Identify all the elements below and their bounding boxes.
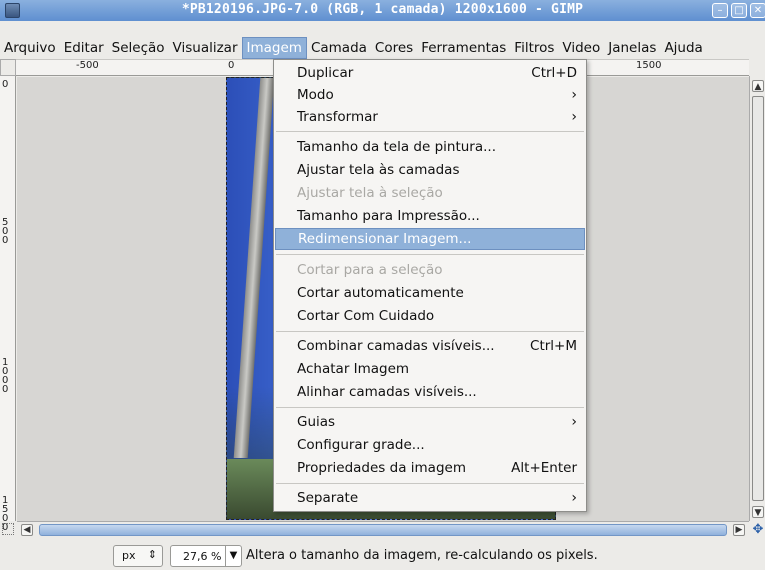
menu-item-achatar-imagem[interactable]: Achatar Imagem: [275, 358, 585, 380]
menu-item-label: Ajustar tela às camadas: [297, 162, 460, 178]
menu-item-shortcut: Alt+Enter: [511, 460, 577, 476]
chevron-right-icon: ›: [571, 87, 577, 103]
menu-item-label: Cortar automaticamente: [297, 285, 464, 301]
chevron-right-icon: ›: [571, 414, 577, 430]
menu-video[interactable]: Video: [558, 37, 604, 59]
menu-item-label: Combinar camadas visíveis...: [297, 338, 495, 354]
menu-separator: [276, 331, 584, 332]
menu-item-label: Modo: [297, 87, 334, 103]
image-content: [233, 78, 275, 458]
scroll-down-icon[interactable]: ▼: [752, 506, 764, 518]
menu-item-separate[interactable]: Separate ›: [275, 487, 585, 509]
status-bar: px ⇕ 27,6 % ▼ Altera o tamanho da imagem…: [0, 537, 765, 570]
ruler-label: 1000: [2, 357, 9, 395]
menu-separator: [276, 483, 584, 484]
ruler-corner-menu-button[interactable]: [0, 59, 16, 76]
menu-item-redimensionar-imagem[interactable]: Redimensionar Imagem...: [275, 228, 585, 250]
navigate-icon[interactable]: ✥: [751, 523, 765, 537]
menu-item-tamanho-impressao[interactable]: Tamanho para Impressão...: [275, 205, 585, 227]
menu-item-propriedades[interactable]: Propriedades da imagem Alt+Enter: [275, 457, 585, 479]
menu-arquivo[interactable]: Arquivo: [0, 37, 60, 59]
menu-item-modo[interactable]: Modo ›: [275, 84, 585, 106]
status-message: Altera o tamanho da imagem, re-calculand…: [246, 548, 598, 563]
menu-item-cortar-cuidado[interactable]: Cortar Com Cuidado: [275, 305, 585, 327]
menu-janelas[interactable]: Janelas: [604, 37, 660, 59]
menu-item-label: Cortar Com Cuidado: [297, 308, 435, 324]
menu-selecao[interactable]: Seleção: [108, 37, 169, 59]
zoom-combo[interactable]: 27,6 % ▼: [170, 545, 242, 567]
menu-item-cortar-selecao: Cortar para a seleção: [275, 259, 585, 281]
maximize-button[interactable]: □: [731, 3, 747, 18]
menu-item-label: Transformar: [297, 109, 378, 125]
menu-item-label: Guias: [297, 414, 336, 430]
menu-item-label: Alinhar camadas visíveis...: [297, 384, 477, 400]
menu-item-ajustar-tela-selecao: Ajustar tela à seleção: [275, 182, 585, 204]
menu-item-duplicar[interactable]: Duplicar Ctrl+D: [275, 62, 585, 84]
zoom-value: 27,6 %: [183, 550, 222, 563]
menu-item-label: Duplicar: [297, 65, 354, 81]
menu-item-tamanho-tela[interactable]: Tamanho da tela de pintura...: [275, 136, 585, 158]
imagem-dropdown-menu: Duplicar Ctrl+D Modo › Transformar › Tam…: [273, 59, 587, 512]
quick-mask-toggle-icon[interactable]: [2, 523, 14, 535]
title-bar: *PB120196.JPG-7.0 (RGB, 1 camada) 1200x1…: [0, 0, 765, 21]
menu-item-label: Tamanho da tela de pintura...: [297, 139, 497, 155]
ruler-label: 500: [2, 217, 9, 246]
menu-item-configurar-grade[interactable]: Configurar grade...: [275, 434, 585, 456]
minimize-button[interactable]: –: [712, 3, 728, 18]
chevron-right-icon: ›: [571, 109, 577, 125]
menu-imagem[interactable]: Imagem: [241, 37, 307, 59]
menu-bar: Arquivo Editar Seleção Visualizar Imagem…: [0, 37, 765, 59]
menu-separator: [276, 254, 584, 255]
vertical-scroll-thumb[interactable]: [752, 96, 764, 501]
menu-visualizar[interactable]: Visualizar: [169, 37, 242, 59]
scroll-right-icon[interactable]: ▶: [733, 524, 745, 536]
menu-item-ajustar-tela-camadas[interactable]: Ajustar tela às camadas: [275, 159, 585, 181]
menu-item-shortcut: Ctrl+D: [531, 65, 577, 81]
menu-editar[interactable]: Editar: [60, 37, 108, 59]
ruler-label: 0: [228, 60, 235, 71]
menu-camada[interactable]: Camada: [307, 37, 371, 59]
menu-item-transformar[interactable]: Transformar ›: [275, 106, 585, 128]
menu-separator: [276, 131, 584, 132]
menu-item-label: Tamanho para Impressão...: [297, 208, 480, 224]
scroll-left-icon[interactable]: ◀: [21, 524, 33, 536]
horizontal-scrollbar[interactable]: ◀ ▶: [17, 521, 749, 537]
menu-filtros[interactable]: Filtros: [510, 37, 558, 59]
menu-item-label: Ajustar tela à seleção: [297, 185, 443, 201]
chevron-down-icon[interactable]: ▼: [225, 546, 241, 566]
ruler-label: 1500: [636, 60, 662, 71]
menu-item-label: Separate: [297, 490, 359, 506]
menu-item-label: Propriedades da imagem: [297, 460, 466, 476]
menu-item-label: Achatar Imagem: [297, 361, 410, 377]
menu-ferramentas[interactable]: Ferramentas: [417, 37, 510, 59]
menu-item-guias[interactable]: Guias ›: [275, 411, 585, 433]
unit-select[interactable]: px ⇕: [113, 545, 163, 567]
menu-ajuda[interactable]: Ajuda: [660, 37, 706, 59]
unit-value: px: [122, 549, 136, 562]
horizontal-scroll-thumb[interactable]: [39, 524, 727, 536]
ruler-label: -500: [76, 60, 99, 71]
scroll-up-icon[interactable]: ▲: [752, 80, 764, 92]
menu-item-label: Redimensionar Imagem...: [298, 231, 472, 247]
spin-arrows-icon: ⇕: [147, 548, 157, 561]
menu-item-label: Configurar grade...: [297, 437, 425, 453]
window-title: *PB120196.JPG-7.0 (RGB, 1 camada) 1200x1…: [181, 2, 584, 17]
menu-item-combinar-camadas[interactable]: Combinar camadas visíveis... Ctrl+M: [275, 335, 585, 357]
menu-item-label: Cortar para a seleção: [297, 262, 443, 278]
menu-item-alinhar-camadas[interactable]: Alinhar camadas visíveis...: [275, 381, 585, 403]
menu-item-cortar-auto[interactable]: Cortar automaticamente: [275, 282, 585, 304]
chevron-right-icon: ›: [571, 490, 577, 506]
close-button[interactable]: ✕: [750, 3, 765, 18]
ruler-label: 0: [2, 79, 9, 90]
menu-cores[interactable]: Cores: [371, 37, 417, 59]
vertical-scrollbar[interactable]: ▲ ▼: [749, 76, 765, 521]
menu-item-shortcut: Ctrl+M: [530, 338, 577, 354]
menu-separator: [276, 407, 584, 408]
vertical-ruler[interactable]: 0 500 1000 1500: [0, 76, 16, 533]
